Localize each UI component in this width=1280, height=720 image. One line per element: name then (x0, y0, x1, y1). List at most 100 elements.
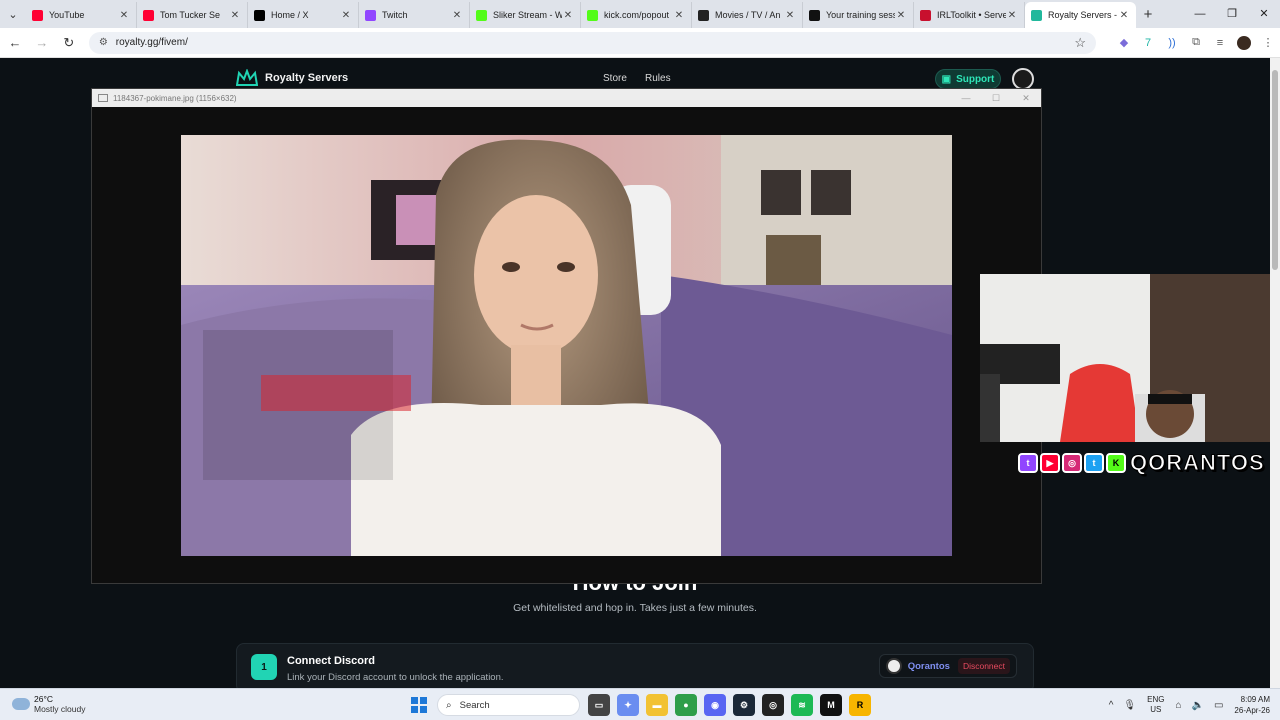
chrome-icon[interactable]: ● (675, 694, 697, 716)
battery-icon[interactable]: ▭ (1214, 700, 1223, 711)
kick-icon: K (1106, 453, 1126, 473)
microphone-icon[interactable]: 🎙 (1123, 700, 1136, 711)
step-number-badge: 1 (251, 654, 277, 680)
tab-close-icon[interactable]: ✕ (1006, 10, 1018, 21)
restore-icon[interactable]: ❐ (1216, 0, 1248, 28)
network-icon[interactable]: ⌂ (1175, 700, 1181, 711)
viewer-minimize-icon[interactable]: — (951, 93, 981, 103)
capcut-icon[interactable]: M (820, 694, 842, 716)
copilot-icon[interactable]: ✦ (617, 694, 639, 716)
tab-title: YouTube (49, 10, 85, 20)
tab-title: Your training sess (826, 10, 895, 20)
windows-taskbar: 26°C Mostly cloudy ⌕ Search ▭ ✦ ▬ ● ◉ ⚙ … (0, 688, 1280, 720)
spotify-icon[interactable]: ≋ (791, 694, 813, 716)
discord-account-pill: Qorantos Disconnect (879, 654, 1017, 678)
displayed-photo (181, 135, 952, 556)
browser-tab[interactable]: Your training sess ✕ (803, 2, 914, 28)
chevron-up-icon[interactable]: ^ (1109, 700, 1114, 711)
translate-icon[interactable]: 7 (1136, 37, 1160, 49)
browser-tab[interactable]: Sliker Stream - W ✕ (470, 2, 581, 28)
file-explorer-icon[interactable]: ▬ (646, 694, 668, 716)
browser-tab[interactable]: Movies / TV / An ✕ (692, 2, 803, 28)
tab-favicon-icon (920, 9, 931, 21)
search-icon: ⌕ (446, 699, 452, 711)
tab-close-icon[interactable]: ✕ (895, 10, 907, 21)
rockstar-icon[interactable]: R (849, 694, 871, 716)
tab-close-icon[interactable]: ✕ (451, 10, 463, 21)
browser-tab[interactable]: YouTube ✕ (26, 2, 137, 28)
back-icon[interactable]: ← (3, 35, 27, 50)
nav-store-link[interactable]: Store (603, 73, 627, 84)
steam-icon[interactable]: ⚙ (733, 694, 755, 716)
image-file-icon (98, 94, 108, 102)
viewer-maximize-icon[interactable]: ☐ (981, 93, 1011, 104)
youtube-icon: ▶ (1040, 453, 1060, 473)
browser-tab[interactable]: Royalty Servers - ✕ (1025, 2, 1136, 28)
taskbar-search[interactable]: ⌕ Search (437, 694, 580, 716)
support-label: Support (956, 73, 995, 85)
task-view-icon[interactable]: ▭ (588, 694, 610, 716)
support-icon: ▣ (941, 73, 952, 85)
tab-close-icon[interactable]: ✕ (784, 10, 796, 21)
viewer-close-icon[interactable]: ✕ (1011, 93, 1041, 104)
volume-icon[interactable]: 🔈 (1192, 700, 1204, 711)
browser-tab[interactable]: Twitch ✕ (359, 2, 470, 28)
brand-name[interactable]: Royalty Servers (265, 72, 348, 84)
profile-avatar[interactable] (1237, 35, 1252, 50)
webcam-overlay (980, 274, 1270, 442)
tab-close-icon[interactable]: ✕ (340, 10, 352, 21)
tab-favicon-icon (476, 9, 487, 21)
instagram-icon: ◎ (1062, 453, 1082, 473)
tab-close-icon[interactable]: ✕ (562, 10, 574, 21)
twitter-icon: t (1084, 453, 1104, 473)
extension-icon[interactable]: ◆ (1112, 36, 1136, 49)
tab-search-chevron-icon[interactable]: ⌄ (0, 0, 26, 28)
scrollbar-thumb[interactable] (1272, 70, 1278, 270)
discord-avatar (886, 658, 902, 674)
forward-icon[interactable]: → (30, 35, 54, 50)
tab-title: Home / X (271, 10, 309, 20)
tab-close-icon[interactable]: ✕ (118, 10, 130, 21)
disconnect-button[interactable]: Disconnect (957, 658, 1010, 674)
weather-condition: Mostly cloudy (34, 704, 86, 714)
minimize-icon[interactable]: — (1184, 0, 1216, 28)
tab-list: YouTube ✕ Tom Tucker Se ✕ Home / X ✕ Twitch ✕ Sl… (26, 0, 1136, 28)
browser-tab[interactable]: Tom Tucker Se ✕ (137, 2, 248, 28)
tab-close-icon[interactable]: ✕ (1118, 10, 1130, 21)
media-icon[interactable]: ≡ (1208, 37, 1232, 49)
close-window-icon[interactable]: ✕ (1248, 0, 1280, 28)
tab-favicon-icon (1031, 9, 1042, 21)
new-tab-button[interactable]: + (1136, 6, 1160, 23)
puzzle-icon[interactable]: ⧉ (1184, 36, 1208, 49)
taskbar-clock[interactable]: 8:09 AM 26-Apr-26 (1234, 694, 1270, 716)
address-bar[interactable]: ⚙ royalty.gg/fivem/ ☆ (88, 31, 1097, 54)
step-description: Link your Discord account to unlock the … (287, 672, 504, 683)
reload-icon[interactable]: ↻ (57, 35, 81, 51)
viewer-titlebar[interactable]: 1184367-pokimane.jpg (1156×632) — ☐ ✕ (92, 89, 1041, 107)
crown-logo-icon[interactable] (236, 69, 258, 87)
site-info-icon[interactable]: ⚙ (99, 37, 108, 48)
tab-close-icon[interactable]: ✕ (673, 10, 685, 21)
bookmark-star-icon[interactable]: ☆ (1074, 35, 1086, 51)
tab-title: Movies / TV / An (715, 10, 781, 20)
tab-strip: ⌄ YouTube ✕ Tom Tucker Se ✕ Home / X ✕ Twitch ✕… (0, 0, 1280, 28)
menu-icon[interactable]: ⋮ (1256, 36, 1280, 49)
tab-close-icon[interactable]: ✕ (229, 10, 241, 21)
discord-icon[interactable]: ◉ (704, 694, 726, 716)
nav-rules-link[interactable]: Rules (645, 73, 671, 84)
page-scrollbar[interactable] (1270, 58, 1280, 688)
support-button[interactable]: ▣ Support (935, 69, 1001, 89)
browser-tab[interactable]: kick.com/popout ✕ (581, 2, 692, 28)
discord-username: Qorantos (907, 660, 950, 672)
system-tray: ^ 🎙 ENG US ⌂ 🔈 ▭ 8:09 AM 26-Apr-26 (1104, 689, 1280, 720)
user-avatar[interactable] (1012, 68, 1034, 90)
language-indicator[interactable]: ENG US (1147, 695, 1164, 715)
browser-tab[interactable]: Home / X ✕ (248, 2, 359, 28)
windows-start-icon[interactable] (411, 697, 427, 713)
obs-icon[interactable]: ◎ (762, 694, 784, 716)
keyboard-region: US (1150, 705, 1162, 714)
tab-favicon-icon (587, 9, 598, 21)
browser-tab[interactable]: IRLToolkit • Server ✕ (914, 2, 1025, 28)
extension-icon[interactable]: )) (1160, 37, 1184, 49)
weather-widget[interactable]: 26°C Mostly cloudy (12, 694, 86, 714)
